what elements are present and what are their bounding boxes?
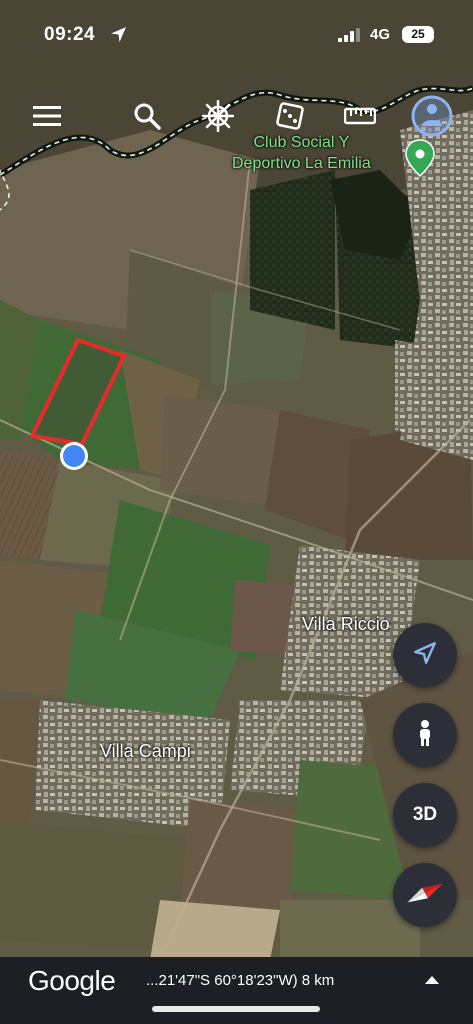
network-type: 4G: [370, 26, 391, 43]
coordinates-readout: ...21'47"S 60°18'23"W) 8 km: [146, 972, 335, 989]
place-label-villa-riccio: Villa Riccio: [302, 614, 390, 634]
3d-toggle-button[interactable]: 3D: [393, 783, 457, 847]
poi-label-line2: Deportivo La Emilia: [232, 155, 371, 172]
status-bar: 09:24 4G 25: [0, 0, 473, 70]
home-indicator[interactable]: [152, 1006, 320, 1012]
place-label-villa-campi: Villa Campi: [100, 741, 191, 761]
bottom-info-bar: Google ...21'47"S 60°18'23"W) 8 km: [0, 957, 473, 1024]
compass-button[interactable]: [393, 863, 457, 927]
compass-icon: [403, 871, 447, 920]
chevron-up-icon[interactable]: [424, 973, 440, 991]
ship-wheel-icon[interactable]: [198, 96, 238, 136]
status-time: 09:24: [44, 24, 96, 45]
menu-icon[interactable]: [27, 96, 67, 136]
battery-level: 25: [402, 26, 434, 43]
ruler-icon[interactable]: [340, 96, 380, 136]
dice-icon[interactable]: [270, 96, 310, 136]
earth-toolbar: [0, 94, 473, 140]
person-icon: [414, 719, 436, 752]
navigation-arrow-icon: [412, 640, 438, 671]
cellular-signal-icon: [338, 28, 362, 47]
street-view-button[interactable]: [393, 703, 457, 767]
location-arrow-icon: [110, 26, 127, 48]
search-icon[interactable]: [127, 96, 167, 136]
pegman-circle-icon[interactable]: [410, 94, 454, 138]
google-logo: Google: [28, 965, 116, 996]
my-location-button[interactable]: [393, 623, 457, 687]
